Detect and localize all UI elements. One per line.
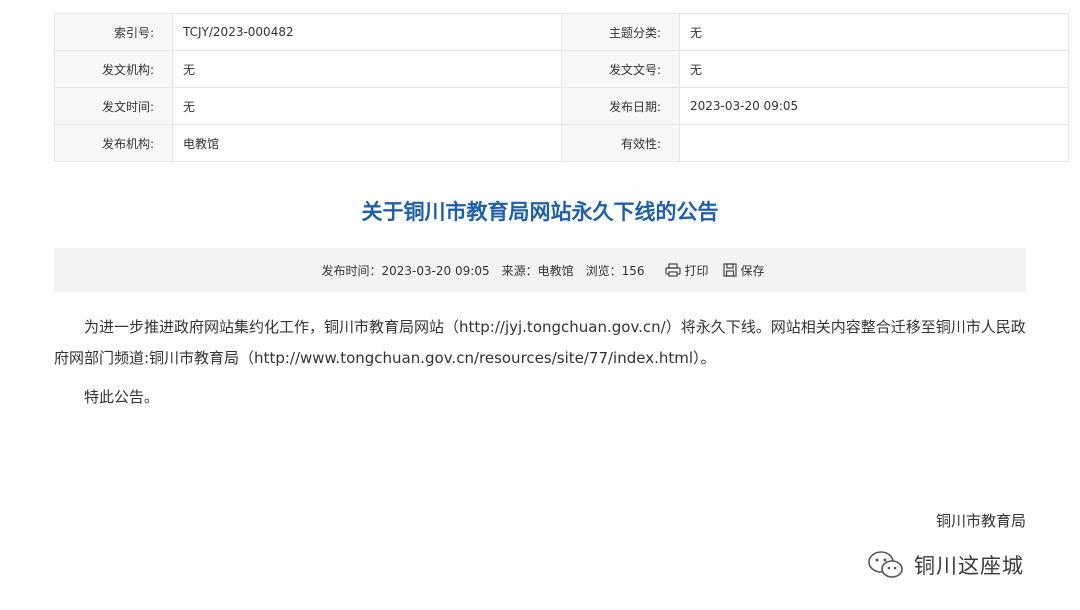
- validity-label: 有效性:: [561, 124, 680, 162]
- page-title: 关于铜川市教育局网站永久下线的公告: [361, 200, 719, 224]
- signature: 铜川市教育局: [935, 512, 1026, 530]
- wechat-icon: [868, 551, 903, 578]
- metadata-table: 索引号: TCJY/2023-000482 主题分类: 无 发文机构: 无 发文…: [54, 13, 1069, 162]
- publish-date-value: 2023-03-20 09:05: [679, 87, 1069, 125]
- print-button[interactable]: 打印: [664, 262, 709, 279]
- topic-category-value: 无: [679, 13, 1069, 51]
- article-paragraph: 为进一步推进政府网站集约化工作，铜川市教育局网站（http://jyj.tong…: [54, 318, 1026, 367]
- publishing-agency-label: 发布机构:: [54, 124, 173, 162]
- print-label: 打印: [684, 263, 709, 278]
- validity-value: [679, 124, 1069, 162]
- index-number-label: 索引号:: [54, 13, 173, 51]
- save-button[interactable]: 保存: [722, 262, 765, 279]
- publish-time: 发布时间：2023-03-20 09:05: [321, 263, 490, 278]
- watermark-text: 铜川这座城: [914, 554, 1024, 578]
- publishing-agency-value: 电教馆: [172, 124, 562, 162]
- issue-time-value: 无: [172, 87, 562, 125]
- publish-date-label: 发布日期:: [561, 87, 680, 125]
- printer-icon: [664, 263, 681, 277]
- table-row: 发文时间: 无 发布日期: 2023-03-20 09:05: [54, 87, 1069, 125]
- view-count: 浏览：156: [585, 263, 645, 278]
- article-paragraph: 特此公告。: [84, 388, 160, 406]
- document-number-label: 发文文号:: [561, 50, 680, 88]
- issuing-agency-label: 发文机构:: [54, 50, 173, 88]
- document-number-value: 无: [679, 50, 1069, 88]
- topic-category-label: 主题分类:: [561, 13, 680, 51]
- article-info-bar: 发布时间：2023-03-20 09:05 来源：电教馆 浏览：156 打印 保…: [54, 248, 1026, 292]
- watermark: 铜川这座城: [866, 548, 1024, 582]
- issuing-agency-value: 无: [172, 50, 562, 88]
- article-body: 为进一步推进政府网站集约化工作，铜川市教育局网站（http://jyj.tong…: [54, 312, 1026, 413]
- table-row: 索引号: TCJY/2023-000482 主题分类: 无: [54, 13, 1069, 51]
- table-row: 发布机构: 电教馆 有效性:: [54, 124, 1069, 162]
- table-row: 发文机构: 无 发文文号: 无: [54, 50, 1069, 88]
- save-label: 保存: [740, 263, 765, 278]
- save-icon: [722, 263, 737, 277]
- index-number-value: TCJY/2023-000482: [172, 13, 562, 51]
- issue-time-label: 发文时间:: [54, 87, 173, 125]
- source: 来源：电教馆: [501, 263, 574, 278]
